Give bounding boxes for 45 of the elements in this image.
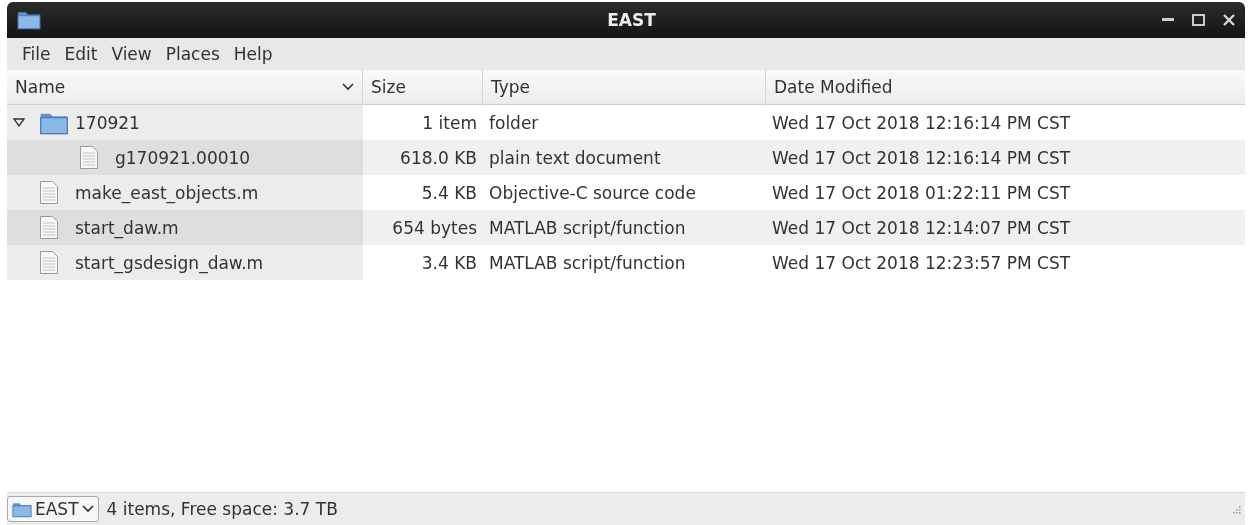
menu-item[interactable]: View — [106, 42, 157, 66]
file-row-name[interactable]: 170921 — [7, 105, 363, 140]
caret-icon — [81, 505, 94, 513]
table-cell: MATLAB script/function — [489, 217, 686, 238]
location-dropdown[interactable]: EAST — [7, 496, 99, 522]
table-cell: 1 item — [422, 112, 477, 133]
table-cell: Wed 17 Oct 2018 12:14:07 PM CST — [772, 217, 1071, 238]
file-row-name[interactable]: start_daw.m — [7, 210, 363, 245]
column-header[interactable]: Size — [363, 70, 483, 105]
menu-item[interactable]: Places — [160, 42, 225, 66]
column-header[interactable]: Type — [483, 70, 766, 105]
folder-icon — [12, 500, 32, 518]
document-icon — [39, 250, 59, 275]
menu-item[interactable]: Edit — [59, 42, 103, 66]
document-icon — [79, 145, 99, 170]
close-icon[interactable] — [1223, 14, 1235, 26]
table-cell: MATLAB script/function — [489, 252, 686, 273]
table-cell: 654 bytes — [392, 217, 477, 238]
table-cell: folder — [489, 112, 539, 133]
file-row-name[interactable]: make_east_objects.m — [7, 175, 363, 210]
table-cell: plain text document — [489, 147, 661, 168]
maximize-icon[interactable] — [1192, 14, 1205, 26]
document-icon — [39, 180, 59, 205]
file-row-name[interactable]: g170921.00010 — [7, 140, 363, 175]
column-header[interactable]: Date Modified — [766, 70, 1245, 105]
minimize-icon[interactable] — [1162, 18, 1174, 22]
window-title: EAST — [607, 10, 656, 30]
file-row-name[interactable]: start_gsdesign_daw.m — [7, 245, 363, 280]
table-cell: 618.0 KB — [400, 147, 477, 168]
folder-icon — [17, 10, 41, 30]
menu-item[interactable]: File — [17, 42, 56, 66]
column-header[interactable]: Name — [7, 70, 363, 105]
resize-grip-icon[interactable] — [1231, 504, 1241, 514]
sort-icon — [342, 83, 354, 91]
expander-icon[interactable] — [13, 117, 25, 128]
table-cell: Wed 17 Oct 2018 12:16:14 PM CST — [772, 147, 1071, 168]
table-cell: Objective-C source code — [489, 182, 696, 203]
document-icon — [39, 215, 59, 240]
table-cell: 5.4 KB — [421, 182, 477, 203]
menu-item[interactable]: Help — [228, 42, 278, 66]
table-cell: Wed 17 Oct 2018 12:16:14 PM CST — [772, 112, 1071, 133]
table-cell: Wed 17 Oct 2018 12:23:57 PM CST — [772, 252, 1071, 273]
table-cell: Wed 17 Oct 2018 01:22:11 PM CST — [772, 182, 1071, 203]
status-text: 4 items, Free space: 3.7 TB — [106, 499, 338, 519]
table-cell: 3.4 KB — [421, 252, 477, 273]
